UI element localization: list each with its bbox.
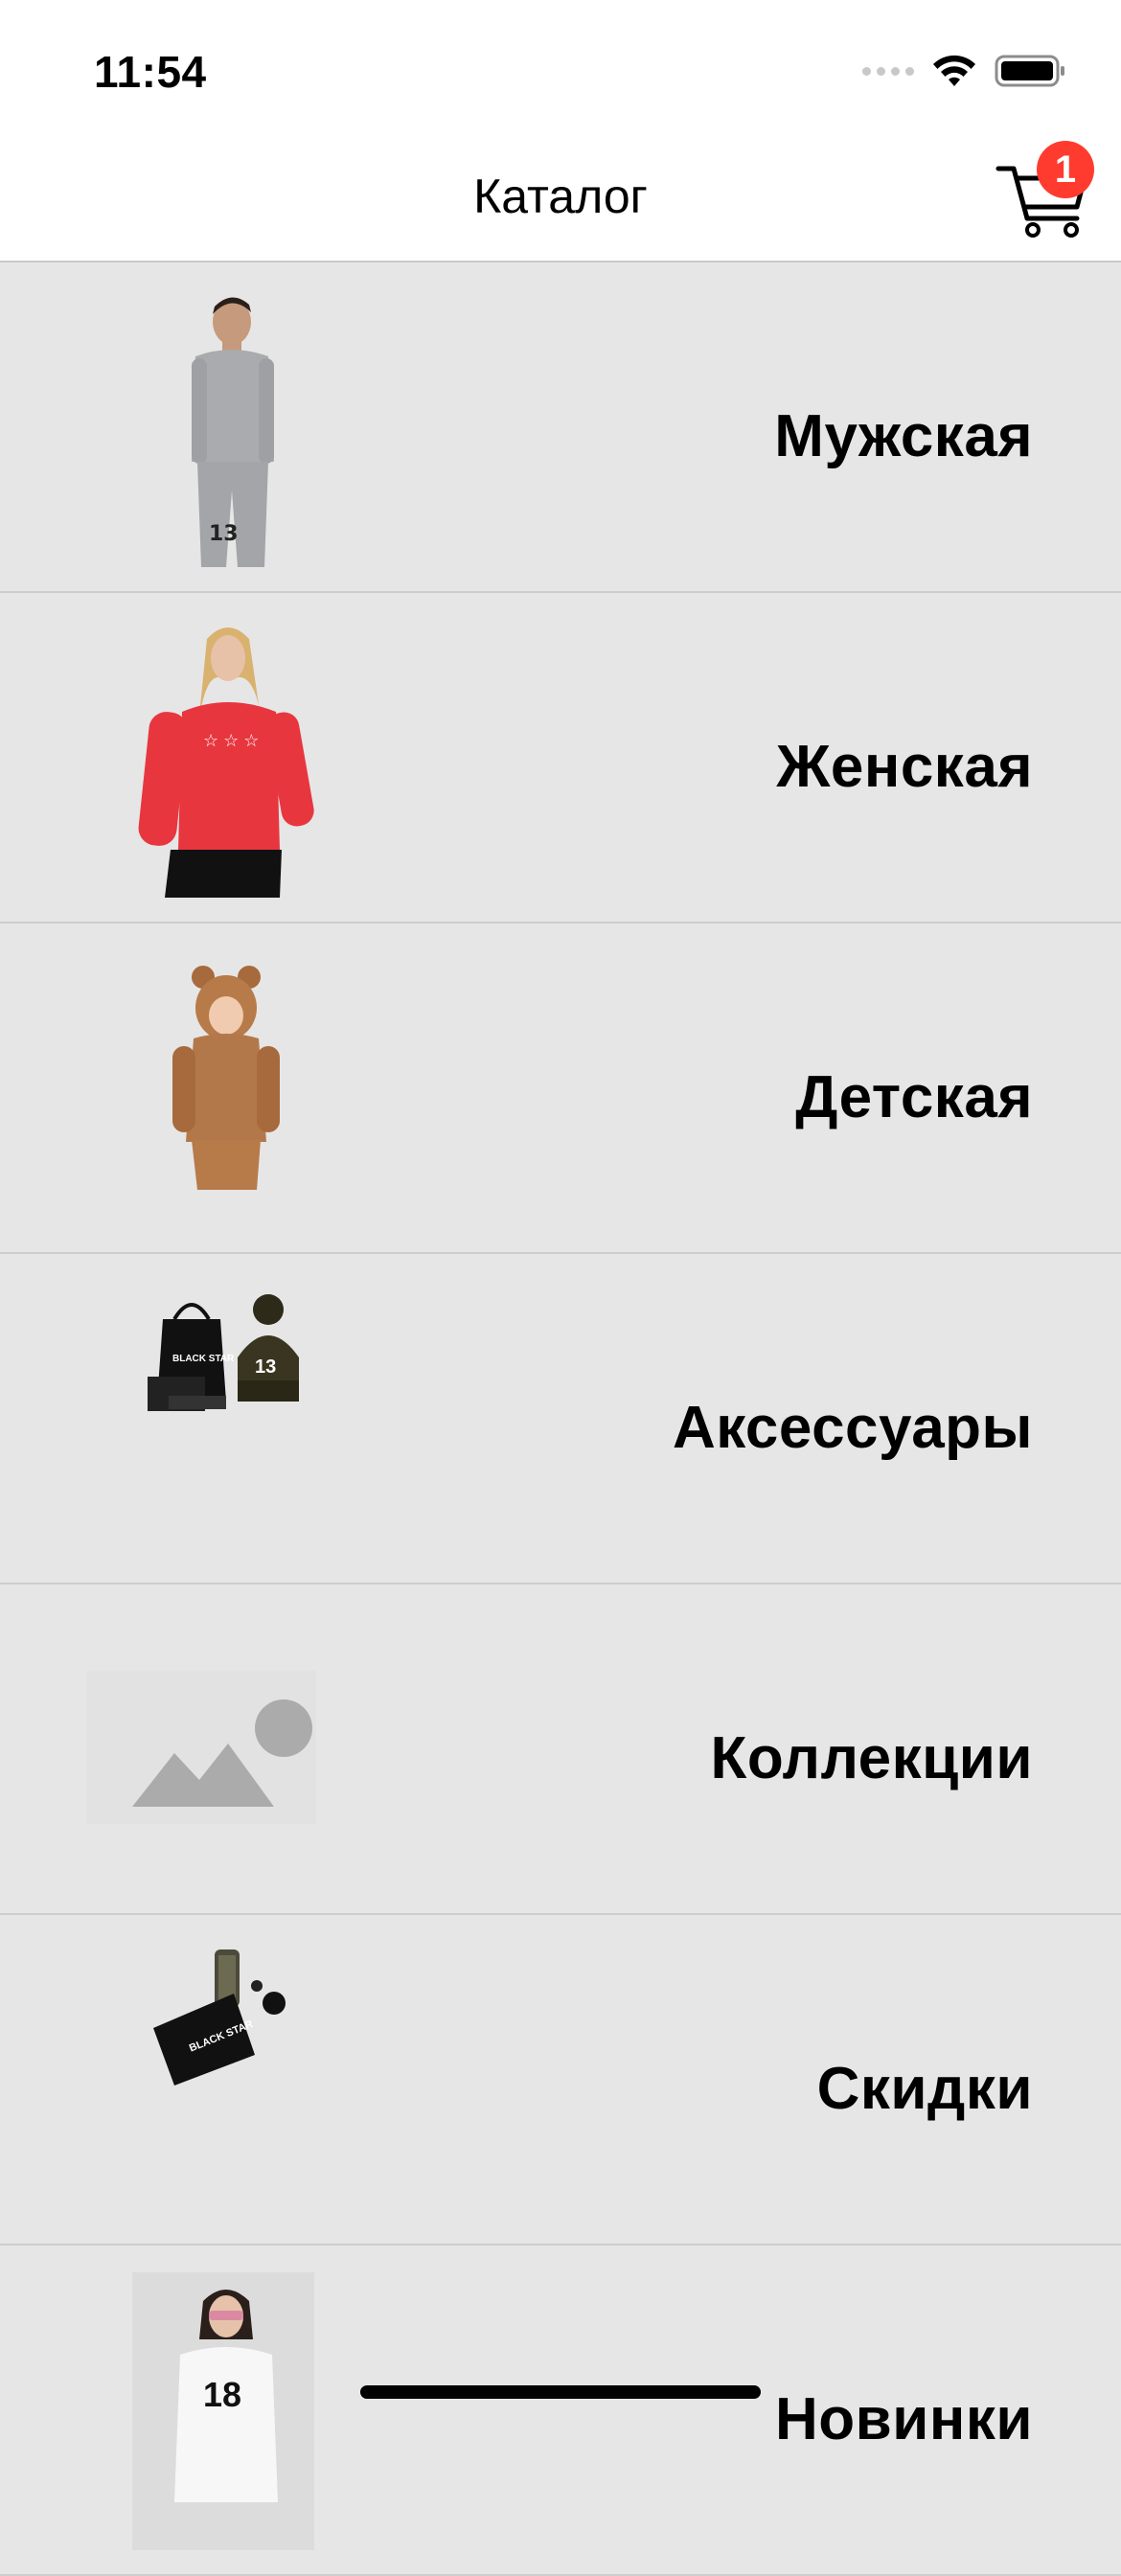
svg-text:18: 18 bbox=[203, 2375, 241, 2414]
category-label: Коллекции bbox=[710, 1725, 1033, 1791]
svg-text:☆ ☆ ☆: ☆ ☆ ☆ bbox=[203, 731, 259, 750]
status-bar: 11:54 bbox=[0, 0, 1121, 134]
category-item-collections[interactable]: Коллекции bbox=[0, 1584, 1121, 1915]
men-tracksuit-image: 13 bbox=[192, 297, 274, 567]
kids-hoodie-image bbox=[172, 966, 280, 1190]
svg-text:BLACK STAR: BLACK STAR bbox=[172, 1354, 235, 1364]
cellular-signal-icon bbox=[862, 66, 914, 76]
status-time: 11:54 bbox=[94, 47, 207, 97]
new-arrivals-image: 18 bbox=[132, 2272, 314, 2550]
svg-text:13: 13 bbox=[255, 1356, 276, 1378]
sale-accessories-image: BLACK STAR bbox=[153, 1949, 286, 2086]
category-item-kids[interactable]: Детская bbox=[0, 923, 1121, 1254]
category-item-men[interactable]: 13 Мужская bbox=[0, 262, 1121, 593]
category-label: Новинки bbox=[775, 2386, 1033, 2452]
battery-icon bbox=[995, 55, 1064, 87]
category-label: Скидки bbox=[816, 2056, 1033, 2122]
category-label: Мужская bbox=[774, 403, 1033, 469]
navigation-bar: Каталог bbox=[0, 134, 1121, 262]
category-list: 13 Мужская ☆ ☆ ☆ Женская Детская BLACK S… bbox=[0, 262, 1121, 2576]
category-label: Детская bbox=[795, 1064, 1033, 1130]
category-item-new[interactable]: 18 Новинки bbox=[0, 2245, 1121, 2576]
accessories-image: BLACK STAR 13 bbox=[148, 1294, 299, 1411]
svg-text:13: 13 bbox=[209, 522, 239, 546]
page-title: Каталог bbox=[473, 170, 648, 223]
category-item-sale[interactable]: BLACK STAR Скидки bbox=[0, 1915, 1121, 2245]
status-icons bbox=[862, 50, 1067, 92]
category-label: Аксессуары bbox=[672, 1395, 1033, 1461]
category-label: Женская bbox=[776, 734, 1033, 800]
image-placeholder-icon bbox=[86, 1671, 316, 1824]
category-item-women[interactable]: ☆ ☆ ☆ Женская bbox=[0, 593, 1121, 923]
home-indicator[interactable] bbox=[360, 2385, 761, 2399]
category-item-accessories[interactable]: BLACK STAR 13 Аксессуары bbox=[0, 1254, 1121, 1584]
wifi-icon bbox=[933, 55, 975, 86]
women-sweatshirt-image: ☆ ☆ ☆ bbox=[138, 627, 314, 898]
cart-badge: 1 bbox=[1037, 141, 1094, 198]
